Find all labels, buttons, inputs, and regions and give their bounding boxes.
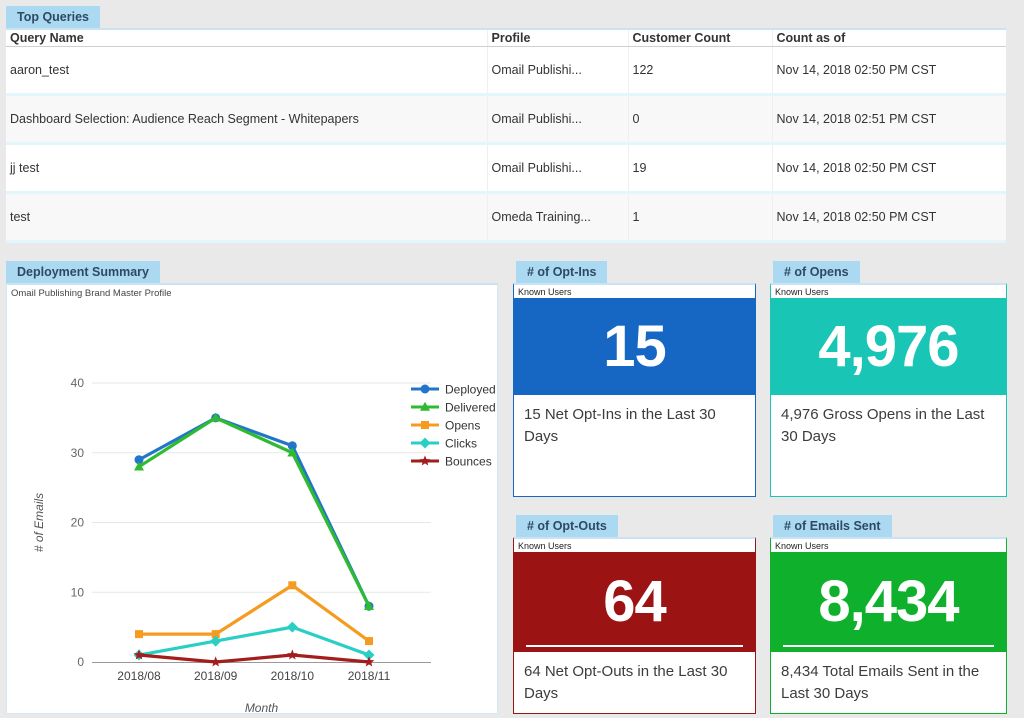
svg-text:Clicks: Clicks [445,437,477,451]
known-users-label: Known Users [771,285,1006,298]
legend-item-opens[interactable]: Opens [411,419,480,433]
opt-ins-value: 15 [603,318,666,376]
tab-num-emails-sent[interactable]: # of Emails Sent [773,515,892,537]
dashboard: { "theme": { "page_bg": "#E9E9E9", "tab_… [0,0,1024,718]
opt-ins-card: Known Users 15 15 Net Opt-Ins in the Las… [513,283,756,497]
column-header-customer-count[interactable]: Customer Count [628,30,772,47]
known-users-label: Known Users [514,539,755,552]
svg-text:2018/10: 2018/10 [271,669,315,683]
cell-profile: Omail Publishi... [487,95,628,144]
legend-item-bounces[interactable]: Bounces [411,455,492,469]
cell-query-name: aaron_test [6,47,487,95]
svg-text:2018/09: 2018/09 [194,669,238,683]
cell-query-name: jj test [6,144,487,193]
tab-top-queries[interactable]: Top Queries [6,6,100,28]
known-users-label: Known Users [771,539,1006,552]
series-bounces[interactable] [134,649,375,666]
svg-text:Delivered: Delivered [445,401,496,415]
opens-card: Known Users 4,976 4,976 Gross Opens in t… [770,283,1007,497]
cell-count-as-of: Nov 14, 2018 02:51 PM CST [772,95,1006,144]
opt-ins-value-block: 15 [514,298,755,395]
column-header-query-name[interactable]: Query Name [6,30,487,47]
opens-value-block: 4,976 [771,298,1006,395]
table-row[interactable]: jj test Omail Publishi... 19 Nov 14, 201… [6,144,1006,193]
column-header-profile[interactable]: Profile [487,30,628,47]
cell-customer-count: 1 [628,193,772,242]
opt-outs-value: 64 [603,573,666,631]
svg-text:Deployed: Deployed [445,383,496,397]
svg-text:20: 20 [71,516,85,530]
tab-num-opt-ins[interactable]: # of Opt-Ins [516,261,607,283]
cell-count-as-of: Nov 14, 2018 02:50 PM CST [772,144,1006,193]
cell-profile: Omail Publishi... [487,144,628,193]
cell-count-as-of: Nov 14, 2018 02:50 PM CST [772,47,1006,95]
svg-text:Month: Month [245,701,279,714]
tab-num-opens[interactable]: # of Opens [773,261,860,283]
svg-text:2018/08: 2018/08 [117,669,161,683]
chart-profile-title: Omail Publishing Brand Master Profile [7,285,497,299]
deployment-summary-chart[interactable]: 0 10 20 30 40 2018/08 2018/09 2018/10 2018/11 Dep… [7,300,497,714]
opt-outs-card: Known Users 64 64 Net Opt-Outs in the La… [513,537,756,714]
known-users-label: Known Users [514,285,755,298]
emails-sent-caption: 8,434 Total Emails Sent in the Last 30 D… [771,652,1006,705]
svg-text:2018/11: 2018/11 [348,669,391,683]
table-row[interactable]: test Omeda Training... 1 Nov 14, 2018 02… [6,193,1006,242]
table-row[interactable]: Dashboard Selection: Audience Reach Segm… [6,95,1006,144]
tab-deployment-summary[interactable]: Deployment Summary [6,261,160,283]
legend-item-clicks[interactable]: Clicks [411,437,477,451]
svg-text:Bounces: Bounces [445,455,492,469]
series-clicks[interactable] [134,622,375,661]
top-queries-panel: Query Name Profile Customer Count Count … [6,28,1006,241]
legend-item-delivered[interactable]: Delivered [411,401,496,415]
svg-text:30: 30 [71,446,85,460]
table-header-row: Query Name Profile Customer Count Count … [6,30,1006,47]
emails-sent-value: 8,434 [818,573,958,631]
deployment-summary-panel: Omail Publishing Brand Master Profile 0 1… [6,283,498,714]
cell-count-as-of: Nov 14, 2018 02:50 PM CST [772,193,1006,242]
table-row[interactable]: aaron_test Omail Publishi... 122 Nov 14,… [6,47,1006,95]
emails-sent-card: Known Users 8,434 8,434 Total Emails Sen… [770,537,1007,714]
cell-profile: Omail Publishi... [487,47,628,95]
top-queries-table: Query Name Profile Customer Count Count … [6,30,1006,243]
svg-text:Opens: Opens [445,419,480,433]
cell-customer-count: 19 [628,144,772,193]
legend-item-deployed[interactable]: Deployed [411,383,496,397]
cell-customer-count: 122 [628,47,772,95]
svg-text:# of Emails: # of Emails [32,493,46,552]
tab-num-opt-outs[interactable]: # of Opt-Outs [516,515,618,537]
opens-caption: 4,976 Gross Opens in the Last 30 Days [771,395,1006,448]
emails-sent-value-block: 8,434 [771,552,1006,652]
cell-profile: Omeda Training... [487,193,628,242]
opens-value: 4,976 [818,318,958,376]
svg-text:10: 10 [71,585,85,599]
opt-ins-caption: 15 Net Opt-Ins in the Last 30 Days [514,395,755,448]
svg-text:0: 0 [77,655,84,669]
opt-outs-value-block: 64 [514,552,755,652]
series-deployed[interactable] [135,413,374,610]
svg-text:40: 40 [71,376,85,390]
column-header-count-as-of[interactable]: Count as of [772,30,1006,47]
cell-query-name: test [6,193,487,242]
cell-query-name: Dashboard Selection: Audience Reach Segm… [6,95,487,144]
opt-outs-caption: 64 Net Opt-Outs in the Last 30 Days [514,652,755,705]
cell-customer-count: 0 [628,95,772,144]
